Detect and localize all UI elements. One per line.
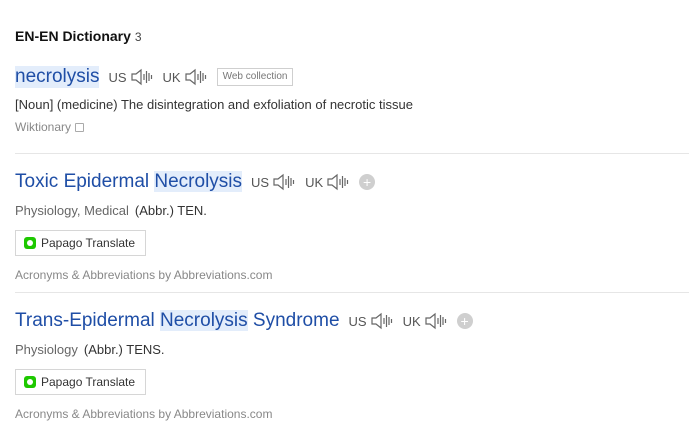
pron-uk-label: UK: [402, 313, 421, 329]
field-tags: Physiology: [15, 342, 78, 357]
headword-link[interactable]: necrolysis: [15, 66, 100, 88]
pron-us-label: US: [348, 313, 367, 329]
speaker-icon: [130, 68, 152, 86]
result-count: 3: [134, 30, 142, 44]
source-label: Wiktionary: [15, 120, 72, 134]
headword-link[interactable]: Toxic Epidermal Necrolysis: [15, 171, 243, 193]
speaker-icon: [425, 312, 446, 330]
entry-necrolysis: necrolysis US UK Web collection [Noun] (…: [15, 66, 689, 134]
abbreviation: (Abbr.) TENS.: [83, 342, 165, 357]
speaker-icon: [273, 173, 295, 191]
pron-uk-label: UK: [305, 174, 324, 190]
entry-trans-epidermal-necrolysis-syndrome: Trans-Epidermal Necrolysis Syndrome US U…: [15, 310, 689, 421]
speaker-icon: [370, 312, 392, 330]
pron-us-label: US: [251, 174, 270, 190]
pron-us-label: US: [108, 69, 127, 85]
abbreviation: (Abbr.) TEN.: [134, 203, 207, 218]
source-label: Acronyms & Abbreviations by Abbreviation…: [15, 407, 273, 421]
pron-uk-button[interactable]: UK: [163, 68, 208, 86]
pron-uk-button[interactable]: UK: [403, 312, 448, 330]
papago-translate-button[interactable]: Papago Translate: [15, 230, 147, 256]
papago-translate-label: Papago Translate: [41, 375, 136, 389]
headword-link[interactable]: Trans-Epidermal Necrolysis Syndrome: [15, 310, 340, 332]
add-icon[interactable]: +: [456, 313, 473, 329]
source-label: Acronyms & Abbreviations by Abbreviation…: [15, 268, 273, 282]
pron-uk-button[interactable]: UK: [305, 173, 350, 191]
divider: [15, 153, 689, 154]
speaker-icon: [327, 173, 349, 191]
pron-us-button[interactable]: US: [349, 312, 394, 330]
web-collection-badge[interactable]: Web collection: [216, 68, 294, 86]
pron-uk-label: UK: [162, 69, 181, 85]
papago-translate-button[interactable]: Papago Translate: [15, 369, 147, 395]
papago-translate-label: Papago Translate: [41, 236, 136, 250]
entry-toxic-epidermal-necrolysis: Toxic Epidermal Necrolysis US UK + Physi…: [15, 171, 689, 282]
source-link[interactable]: Wiktionary: [15, 120, 689, 134]
headword-part: Trans-Epidermal: [15, 310, 161, 331]
papago-logo-icon: [24, 376, 36, 388]
section-title-text: EN-EN Dictionary: [15, 28, 131, 44]
papago-logo-icon: [24, 237, 36, 249]
headword-part: Syndrome: [247, 310, 340, 331]
definition: [Noun] (medicine) The disintegration and…: [15, 97, 413, 112]
headword-highlight: Necrolysis: [160, 310, 248, 331]
pron-us-button[interactable]: US: [251, 173, 296, 191]
add-icon[interactable]: +: [359, 174, 376, 190]
headword-part: Toxic Epidermal: [15, 171, 155, 192]
pron-us-button[interactable]: US: [108, 68, 153, 86]
divider: [15, 292, 689, 293]
speaker-icon: [185, 68, 206, 86]
headword-highlight: Necrolysis: [154, 171, 243, 192]
field-tags: Physiology, Medical: [15, 203, 129, 218]
section-title: EN-EN Dictionary 3: [15, 28, 142, 44]
external-link-icon: [75, 123, 85, 133]
